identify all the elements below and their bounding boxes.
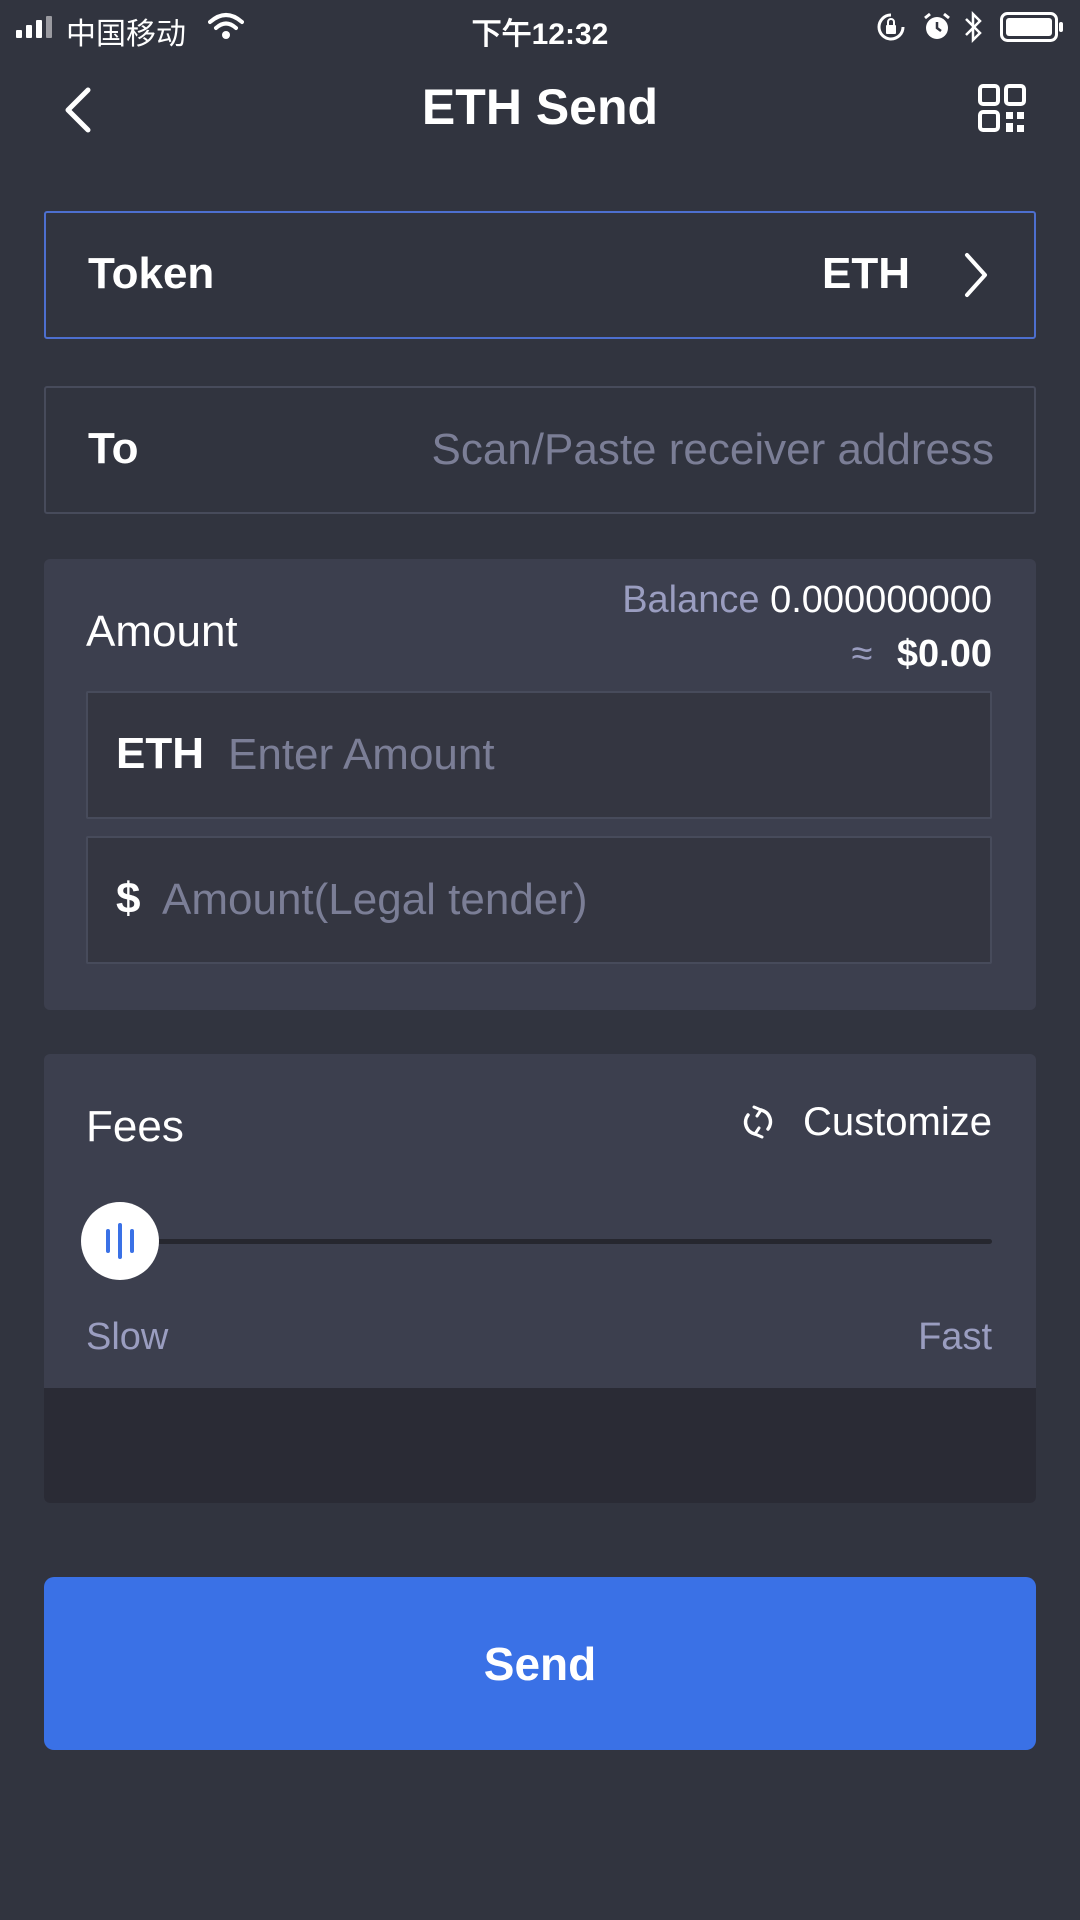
token-label: Token [88,249,215,298]
send-button[interactable]: Send [44,1577,1036,1750]
slow-label: Slow [86,1316,169,1358]
fees-panel: Fees Customize Slow Fast [44,1054,1036,1503]
battery-icon [1000,12,1063,42]
balance-line: Balance 0.000000000 [622,579,992,622]
approx-symbol: ≈ [851,633,873,675]
receiver-field: To [44,386,1036,514]
page-title: ETH Send [421,79,659,135]
fiat-balance-value: $0.00 [896,633,992,675]
fiat-prefix: $ [116,874,141,923]
fee-slider-track[interactable] [124,1239,992,1244]
alarm-icon [924,12,950,39]
rotation-lock-icon [877,13,905,41]
customize-label: Customize [803,1099,992,1144]
balance-label: Balance [622,579,760,621]
crypto-prefix: ETH [116,729,204,778]
chevron-right-icon [965,253,987,297]
status-bar: 中国移动 下午12:32 [0,0,1080,54]
fiat-amount-input[interactable] [162,872,970,928]
balance-value: 0.000000000 [770,579,992,621]
customize-button[interactable]: Customize [741,1098,992,1146]
token-value: ETH [822,249,910,298]
fast-label: Fast [918,1316,992,1358]
token-selector[interactable]: Token ETH [44,211,1036,339]
amount-panel: Amount Balance 0.000000000 ≈ $0.00 ETH $ [44,559,1036,1010]
bluetooth-icon [965,10,982,44]
fiat-balance-line: ≈ $0.00 [851,633,992,676]
switch-icon [743,1105,773,1139]
crypto-amount-row: ETH [86,691,992,819]
amount-title: Amount [86,607,238,656]
crypto-amount-input[interactable] [228,727,970,783]
fiat-amount-row: $ [86,836,992,964]
receiver-address-input[interactable] [294,422,994,478]
qr-code-icon[interactable] [978,84,1026,134]
status-time: 下午12:32 [471,18,609,51]
fee-slider-thumb[interactable] [81,1202,159,1280]
fees-title: Fees [86,1102,184,1151]
slider-grip-icon [106,1223,134,1259]
fees-footer [44,1388,1036,1503]
to-label: To [88,424,139,473]
